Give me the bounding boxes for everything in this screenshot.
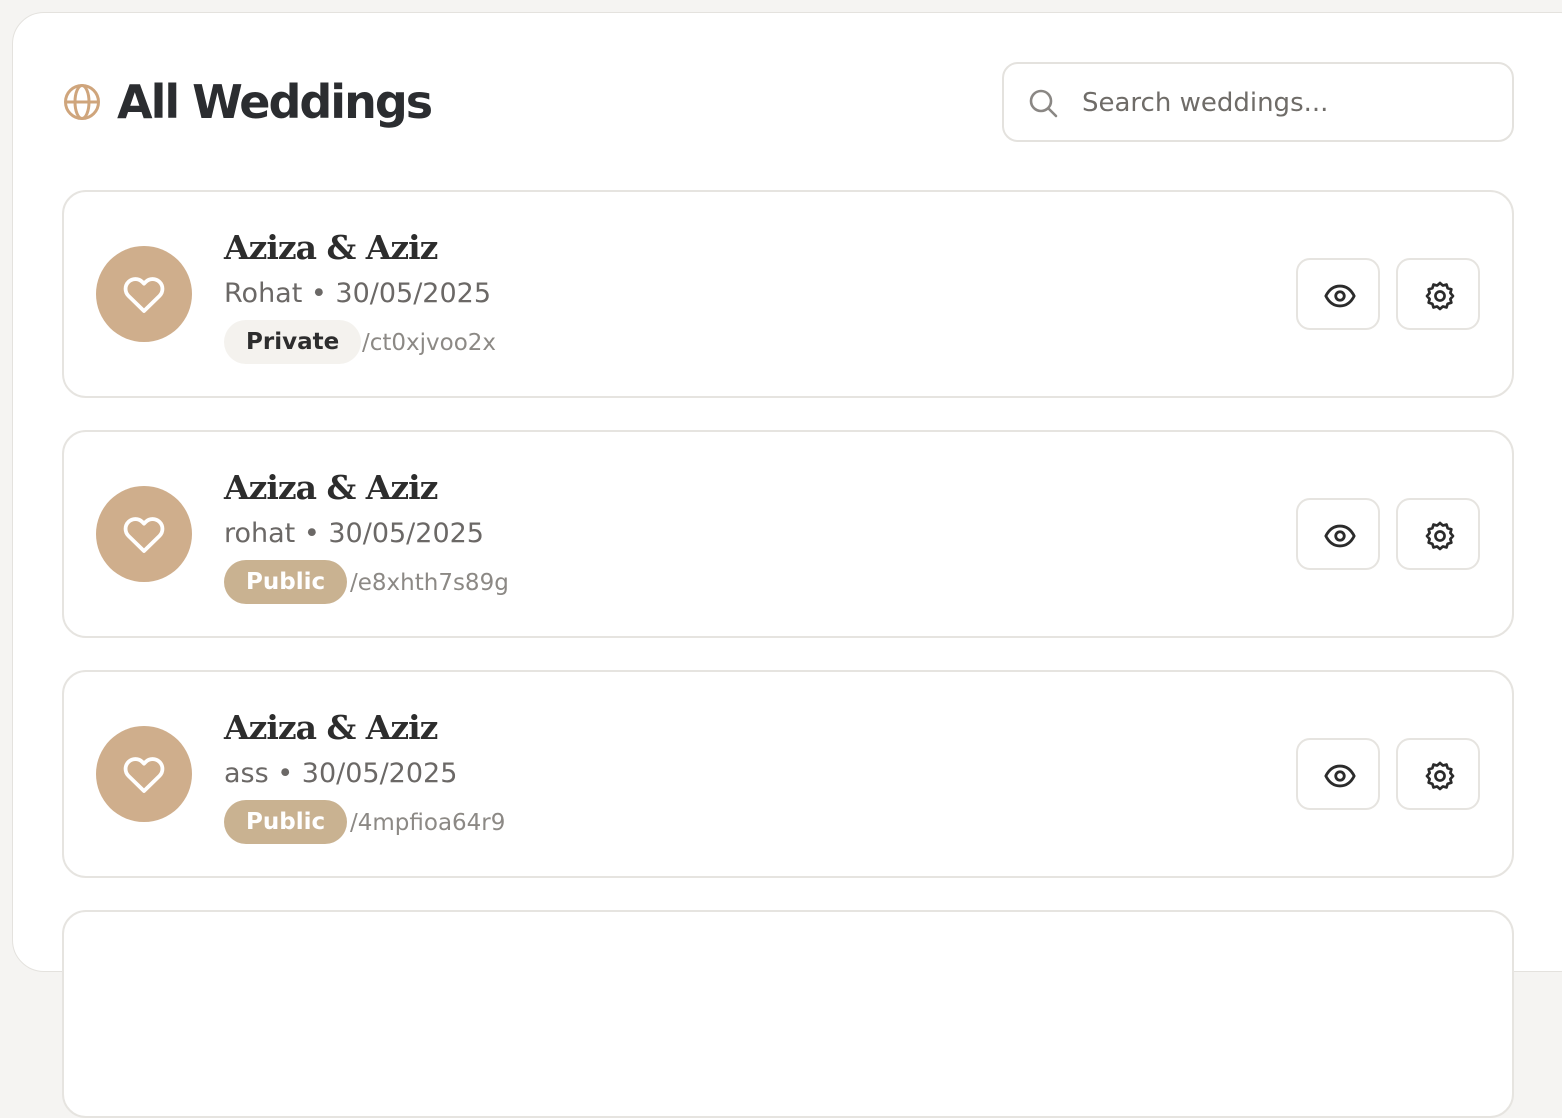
search-icon: [1029, 89, 1058, 118]
wedding-meta: rohat • 30/05/2025: [224, 518, 484, 549]
settings-button[interactable]: [1396, 738, 1480, 810]
view-button[interactable]: [1296, 258, 1380, 330]
heart-icon: [123, 517, 165, 553]
wedding-meta: ass • 30/05/2025: [224, 758, 458, 789]
settings-button[interactable]: [1396, 258, 1480, 330]
eye-icon: [1324, 524, 1356, 548]
couple-name: Aziza & Aziz: [224, 228, 438, 267]
page-header: All Weddings: [62, 62, 1514, 142]
eye-icon: [1324, 284, 1356, 308]
wedding-card[interactable]: Aziza & Aziz rohat • 30/05/2025 Public /…: [62, 430, 1514, 638]
wedding-card[interactable]: Aziza & Aziz ass • 30/05/2025 Public /4m…: [62, 670, 1514, 878]
wedding-avatar: [96, 486, 192, 582]
settings-button[interactable]: [1396, 498, 1480, 570]
search-box[interactable]: [1002, 62, 1514, 142]
page-title: All Weddings: [117, 75, 433, 129]
view-button[interactable]: [1296, 498, 1380, 570]
wedding-avatar: [96, 246, 192, 342]
eye-icon: [1324, 764, 1356, 788]
couple-name: Aziza & Aziz: [224, 708, 438, 747]
wedding-card[interactable]: Aziza & Aziz Rohat • 30/05/2025 Private …: [62, 190, 1514, 398]
heart-icon: [123, 757, 165, 793]
visibility-badge: Private: [224, 320, 362, 364]
heart-icon: [123, 277, 165, 313]
search-input[interactable]: [1082, 78, 1492, 128]
view-button[interactable]: [1296, 738, 1380, 810]
wedding-slug[interactable]: /4mpfioa64r9: [350, 806, 505, 840]
couple-name: Aziza & Aziz: [224, 468, 438, 507]
gear-icon: [1425, 521, 1455, 551]
gear-icon: [1425, 281, 1455, 311]
globe-icon: [64, 84, 100, 120]
wedding-slug[interactable]: /ct0xjvoo2x: [362, 326, 496, 360]
wedding-meta: Rohat • 30/05/2025: [224, 278, 492, 309]
gear-icon: [1425, 761, 1455, 791]
wedding-card-partial[interactable]: [62, 910, 1514, 1118]
visibility-badge: Public: [224, 800, 348, 844]
wedding-avatar: [96, 726, 192, 822]
visibility-badge: Public: [224, 560, 348, 604]
wedding-slug[interactable]: /e8xhth7s89g: [350, 566, 509, 600]
